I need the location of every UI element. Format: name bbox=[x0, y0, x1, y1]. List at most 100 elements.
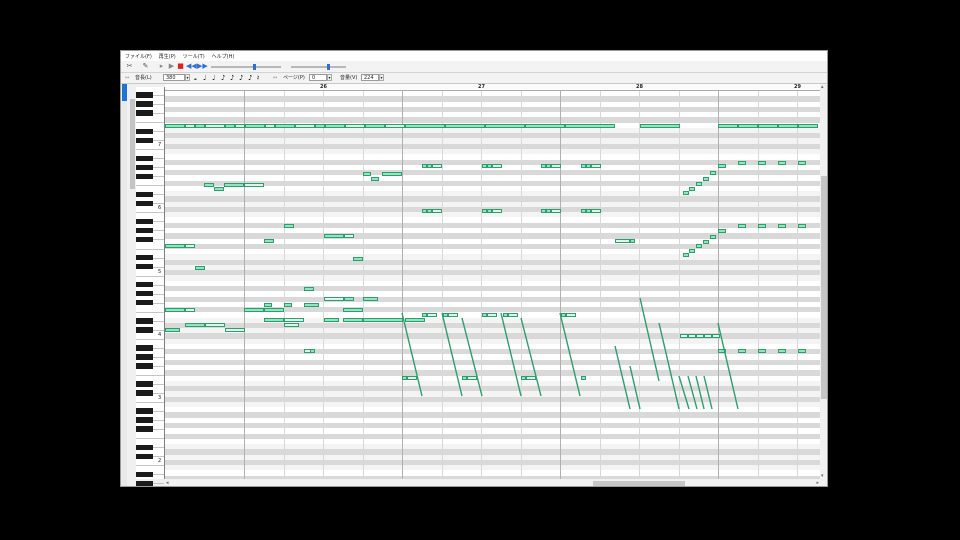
length-label: 音長(L) bbox=[135, 75, 152, 81]
glide-line bbox=[678, 375, 690, 410]
thirtysecond-note-icon[interactable]: ♪ bbox=[239, 73, 243, 83]
vertical-scroll-thumb[interactable] bbox=[821, 176, 827, 399]
measure-ruler[interactable]: 26 27 28 29 bbox=[165, 84, 820, 91]
octave-label: 2 bbox=[158, 458, 162, 465]
black-key[interactable] bbox=[136, 327, 153, 333]
horizontal-scrollbar[interactable]: ◂ ▸ bbox=[165, 479, 820, 486]
black-key[interactable] bbox=[136, 191, 153, 198]
scroll-down-icon[interactable]: ▾ bbox=[821, 473, 824, 479]
black-key[interactable] bbox=[136, 444, 153, 450]
length-field[interactable]: 380 bbox=[163, 74, 185, 81]
menu-play[interactable]: 再生(P) bbox=[159, 53, 176, 60]
menu-file[interactable]: ファイル(F) bbox=[125, 53, 152, 60]
black-key[interactable] bbox=[136, 137, 153, 143]
black-key[interactable] bbox=[136, 480, 153, 486]
octave-label: 5 bbox=[158, 268, 162, 275]
glide-line bbox=[629, 365, 641, 410]
black-key[interactable] bbox=[136, 263, 153, 270]
menu-bar: ファイル(F) 再生(P) ツール(T) ヘルプ(H) bbox=[121, 51, 827, 61]
black-key[interactable] bbox=[136, 218, 153, 225]
black-key[interactable] bbox=[136, 345, 153, 351]
black-key[interactable] bbox=[136, 101, 153, 107]
rest-icon[interactable]: 𝄽 bbox=[257, 73, 259, 83]
scroll-left-icon[interactable]: ◂ bbox=[166, 480, 169, 486]
black-key[interactable] bbox=[136, 291, 153, 297]
zoom-slider[interactable] bbox=[291, 64, 346, 70]
black-key[interactable] bbox=[136, 282, 153, 288]
glide-line bbox=[614, 345, 631, 410]
glide-line bbox=[717, 322, 739, 410]
black-key[interactable] bbox=[136, 408, 153, 414]
vertical-scrollbar[interactable]: ▴ ▾ bbox=[820, 84, 827, 479]
sixteenth-note-icon[interactable]: ♪ bbox=[230, 73, 234, 83]
black-key[interactable] bbox=[136, 173, 153, 180]
black-key[interactable] bbox=[136, 471, 153, 478]
track-selector[interactable] bbox=[122, 84, 127, 101]
glide-line bbox=[639, 297, 660, 382]
length-spinner[interactable]: ▾ bbox=[185, 74, 190, 81]
pencil-icon[interactable]: ✎ bbox=[141, 62, 150, 71]
menu-tools[interactable]: ツール(T) bbox=[183, 53, 205, 60]
glide-line bbox=[658, 322, 680, 410]
page-label: ページ(P) bbox=[283, 75, 305, 81]
whole-note-icon[interactable]: 𝅝 bbox=[194, 73, 197, 83]
edit-toolbar: ↔ 音長(L) 380 ▾ 𝅝 ♩ ♩ ♪ ♪ ♪ ♪ 𝄽 ↔ ページ(P) 0… bbox=[121, 73, 827, 84]
scissors-icon[interactable]: ✂ bbox=[125, 62, 134, 71]
scroll-right-icon[interactable]: ▸ bbox=[816, 480, 819, 486]
scroll-up-icon[interactable]: ▴ bbox=[821, 84, 824, 90]
octave-label: 4 bbox=[158, 331, 162, 338]
black-key[interactable] bbox=[136, 390, 153, 396]
quarter-note-icon[interactable]: ♩ bbox=[212, 73, 215, 83]
horizontal-scroll-thumb[interactable] bbox=[593, 481, 685, 486]
select-arrow-icon[interactable]: ▸ bbox=[157, 62, 166, 71]
measure-label: 26 bbox=[320, 84, 327, 90]
transport-toolbar: ✂ ✎ ▸ ▶ ■ ◀◀ ▶▶ bbox=[121, 61, 827, 73]
page-field[interactable]: 0 bbox=[309, 74, 327, 81]
half-note-icon[interactable]: ♩ bbox=[203, 73, 206, 83]
glide-line bbox=[703, 375, 713, 410]
black-key[interactable] bbox=[136, 110, 153, 116]
eighth-note-icon[interactable]: ♪ bbox=[221, 73, 225, 83]
zoom-slider-thumb[interactable] bbox=[327, 64, 331, 70]
glide-lines bbox=[401, 297, 739, 410]
black-key[interactable] bbox=[136, 164, 153, 171]
stop-icon[interactable]: ■ bbox=[176, 62, 185, 71]
menu-help[interactable]: ヘルプ(H) bbox=[212, 53, 235, 60]
snap-icon[interactable]: ↔ bbox=[125, 74, 129, 82]
black-key[interactable] bbox=[136, 227, 153, 234]
black-key[interactable] bbox=[136, 92, 153, 98]
play-icon[interactable]: ▶ bbox=[167, 62, 176, 71]
glide-line bbox=[559, 312, 581, 397]
black-key[interactable] bbox=[136, 417, 153, 423]
sixtyfourth-note-icon[interactable]: ♪ bbox=[248, 73, 252, 83]
black-key[interactable] bbox=[136, 426, 153, 432]
piano-roll-grid[interactable] bbox=[165, 91, 820, 479]
black-key[interactable] bbox=[136, 200, 153, 207]
volume-spinner[interactable]: ▾ bbox=[379, 74, 384, 81]
black-key[interactable] bbox=[136, 354, 153, 360]
volume-field[interactable]: 224 bbox=[361, 74, 379, 81]
octave-label: 3 bbox=[158, 395, 162, 401]
piano-keyboard[interactable]: 7654321 bbox=[136, 87, 165, 486]
black-key[interactable] bbox=[136, 453, 153, 459]
rewind-icon[interactable]: ◀◀ bbox=[186, 62, 197, 71]
position-slider-thumb[interactable] bbox=[252, 64, 256, 70]
black-key[interactable] bbox=[136, 363, 153, 369]
black-key[interactable] bbox=[136, 318, 153, 324]
black-key[interactable] bbox=[136, 155, 153, 162]
glide-line bbox=[687, 375, 698, 410]
black-key[interactable] bbox=[136, 128, 153, 134]
black-key[interactable] bbox=[136, 381, 153, 387]
track-strip bbox=[121, 84, 127, 486]
page-spinner[interactable]: ▾ bbox=[327, 74, 332, 81]
track-scroll[interactable] bbox=[130, 99, 135, 189]
fast-forward-icon[interactable]: ▶▶ bbox=[197, 62, 208, 71]
black-key[interactable] bbox=[136, 254, 153, 261]
black-key[interactable] bbox=[136, 300, 153, 306]
measure-label: 28 bbox=[636, 84, 643, 90]
volume-label: 音量(V) bbox=[340, 75, 358, 81]
glide-line bbox=[520, 317, 542, 397]
glide-line bbox=[441, 312, 463, 397]
position-slider[interactable] bbox=[211, 64, 281, 70]
black-key[interactable] bbox=[136, 236, 153, 243]
